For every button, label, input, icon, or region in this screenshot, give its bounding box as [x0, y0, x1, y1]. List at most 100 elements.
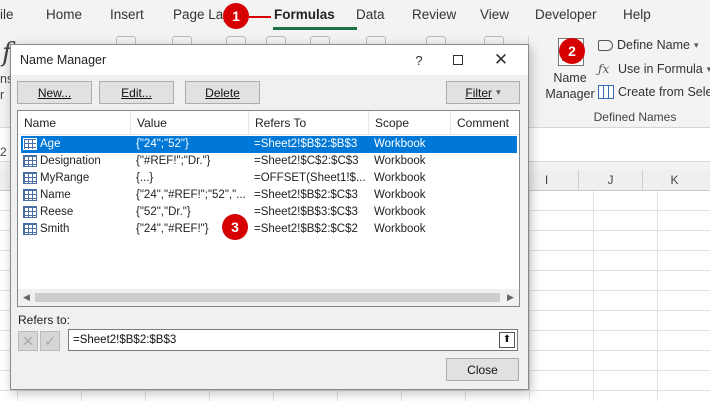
- row-name: Designation: [40, 155, 101, 167]
- tab-page-layout[interactable]: Page Lay: [173, 7, 230, 22]
- row-value: {"24";"52"}: [136, 138, 189, 150]
- tab-data[interactable]: Data: [356, 7, 385, 22]
- column-header[interactable]: J: [578, 170, 642, 191]
- new-button-label: New...: [37, 85, 72, 100]
- create-from-selection-button[interactable]: Create from Selec: [598, 82, 710, 102]
- filter-button[interactable]: Filter ▾: [446, 81, 520, 104]
- column-header-refers-to[interactable]: Refers To: [248, 111, 368, 135]
- row-scope: Workbook: [374, 223, 426, 235]
- row-refers-to: =Sheet2!$C$2:$C$3: [254, 155, 359, 167]
- maximize-icon: [453, 55, 463, 65]
- scrollbar-thumb[interactable]: [35, 293, 500, 302]
- close-button[interactable]: Close: [446, 358, 519, 381]
- row-value: {"#REF!";"Dr."}: [136, 155, 211, 167]
- row-name: Name: [40, 189, 71, 201]
- column-header-value[interactable]: Value: [130, 111, 248, 135]
- row-comment: [456, 136, 516, 153]
- row-refers-to: =Sheet2!$B$2:$C$2: [254, 223, 358, 235]
- row-value: {"24","#REF!";"52","...: [136, 189, 246, 201]
- tab-file[interactable]: ile: [0, 7, 14, 22]
- delete-button-label: Delete: [205, 85, 240, 100]
- row-name: Smith: [40, 223, 70, 235]
- row-comment: [456, 204, 516, 221]
- ribbon-left-stub-label-2: r: [0, 88, 5, 102]
- horizontal-scrollbar[interactable]: ◀ ▶: [18, 289, 519, 306]
- tab-formulas[interactable]: Formulas: [274, 7, 335, 22]
- tab-help[interactable]: Help: [623, 7, 651, 22]
- filter-button-label: Filter: [465, 85, 493, 100]
- list-row[interactable]: Name {"24","#REF!";"52","... =Sheet2!$B$…: [21, 187, 517, 204]
- named-range-icon: [23, 206, 37, 218]
- row-refers-to: =OFFSET(Sheet1!$...: [254, 172, 366, 184]
- column-header-name[interactable]: Name: [18, 111, 130, 135]
- callout-line: [249, 16, 271, 18]
- help-button[interactable]: ?: [399, 45, 439, 75]
- tag-icon: [598, 39, 613, 51]
- scroll-left-icon[interactable]: ◀: [18, 289, 35, 306]
- row-scope: Workbook: [374, 189, 426, 201]
- callout-badge: 1: [223, 3, 249, 29]
- name-manager-button[interactable]: Name Manager: [545, 70, 595, 102]
- row-scope: Workbook: [374, 206, 426, 218]
- collapse-dialog-icon[interactable]: ⬆: [499, 332, 515, 348]
- delete-button[interactable]: Delete: [185, 81, 260, 104]
- defined-names-group-label: Defined Names: [593, 110, 677, 124]
- row-comment: [456, 170, 516, 187]
- confirm-edit-button[interactable]: ✓: [40, 331, 60, 351]
- list-row[interactable]: Age {"24";"52"} =Sheet2!$B$2:$B$3 Workbo…: [21, 136, 517, 153]
- row-refers-to: =Sheet2!$B$3:$C$3: [254, 206, 358, 218]
- tab-home[interactable]: Home: [46, 7, 82, 22]
- create-from-selection-label: Create from Selec: [618, 85, 710, 99]
- row-scope: Workbook: [374, 172, 426, 184]
- chevron-down-icon: ▾: [496, 87, 501, 97]
- row-comment: [456, 187, 516, 204]
- list-row[interactable]: Designation {"#REF!";"Dr."} =Sheet2!$C$2…: [21, 153, 517, 170]
- define-name-button[interactable]: Define Name ▾: [598, 35, 698, 55]
- dialog-title: Name Manager: [20, 53, 107, 67]
- row-refers-to: =Sheet2!$B$2:$C$3: [254, 189, 358, 201]
- list-row[interactable]: Reese {"52","Dr."} =Sheet2!$B$3:$C$3 Wor…: [21, 204, 517, 221]
- use-in-formula-label: Use in Formula: [618, 62, 703, 76]
- column-header-scope[interactable]: Scope: [368, 111, 450, 135]
- named-range-icon: [23, 223, 37, 235]
- grid-icon: [598, 85, 614, 99]
- cancel-edit-button[interactable]: ✕: [18, 331, 38, 351]
- row-value: {...}: [136, 172, 154, 184]
- row-scope: Workbook: [374, 155, 426, 167]
- tab-review[interactable]: Review: [412, 7, 456, 22]
- named-range-icon: [23, 189, 37, 201]
- named-range-icon: [23, 172, 37, 184]
- row-name: Age: [40, 138, 61, 150]
- list-header: Name Value Refers To Scope Comment: [18, 111, 519, 135]
- refers-to-input[interactable]: =Sheet2!$B$2:$B$3 ⬆: [68, 329, 518, 351]
- edit-button-label: Edit...: [121, 85, 152, 100]
- list-row[interactable]: Smith {"24","#REF!"} =Sheet2!$B$2:$C$2 W…: [21, 221, 517, 238]
- row-name: Reese: [40, 206, 74, 218]
- callout-badge: 3: [222, 214, 248, 240]
- column-header-comment[interactable]: Comment: [450, 111, 519, 135]
- chevron-down-icon: ▾: [693, 39, 699, 50]
- maximize-button[interactable]: [438, 45, 478, 75]
- ribbon-tab-bar: ile Home Insert Page Lay Formulas Data R…: [0, 0, 710, 30]
- named-range-icon: [23, 155, 37, 167]
- close-window-button[interactable]: ✕: [481, 45, 521, 75]
- edit-button[interactable]: Edit...: [99, 81, 174, 104]
- tab-insert[interactable]: Insert: [110, 7, 144, 22]
- row-comment: [456, 221, 516, 238]
- tab-developer[interactable]: Developer: [535, 7, 597, 22]
- tab-view[interactable]: View: [480, 7, 509, 22]
- row-refers-to: =Sheet2!$B$2:$B$3: [254, 138, 358, 150]
- dialog-title-bar[interactable]: Name Manager ? ✕: [11, 45, 528, 75]
- column-header[interactable]: K: [642, 170, 706, 191]
- new-button[interactable]: New...: [17, 81, 92, 104]
- refers-to-label: Refers to:: [18, 313, 71, 327]
- row-scope: Workbook: [374, 138, 426, 150]
- row-header-stub: 2: [0, 145, 7, 159]
- name-manager-dialog: Name Manager ? ✕ New... Edit... Delete F…: [10, 44, 529, 390]
- list-row[interactable]: MyRange {...} =OFFSET(Sheet1!$... Workbo…: [21, 170, 517, 187]
- refers-to-value: =Sheet2!$B$2:$B$3: [73, 334, 177, 346]
- scroll-right-icon[interactable]: ▶: [502, 289, 519, 306]
- row-comment: [456, 153, 516, 170]
- names-list[interactable]: Name Value Refers To Scope Comment Age {…: [17, 110, 520, 307]
- use-in-formula-button[interactable]: ƒx Use in Formula ▾: [598, 59, 710, 79]
